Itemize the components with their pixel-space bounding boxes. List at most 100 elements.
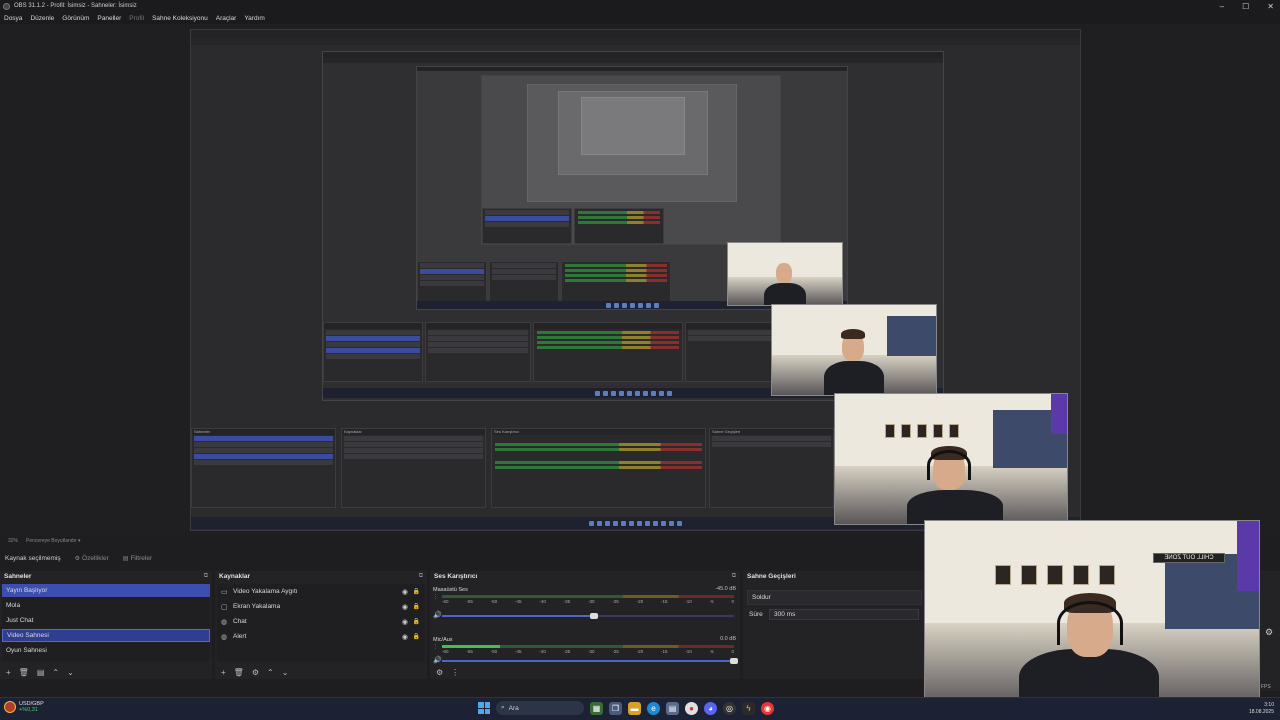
meter-level	[442, 645, 501, 648]
lock-icon[interactable]: 🔒	[413, 633, 420, 640]
lock-icon[interactable]: 🔒	[413, 618, 420, 625]
remove-source-icon[interactable]: 🗑	[234, 668, 244, 677]
maximize-button[interactable]: ☐	[1242, 2, 1249, 11]
duration-label: Süre	[749, 611, 763, 618]
volume-knob[interactable]	[589, 613, 598, 619]
clock-time: 3:10	[1264, 702, 1274, 708]
visibility-eye-icon[interactable]: ◉	[402, 588, 408, 596]
move-up-icon[interactable]: ⌃	[267, 668, 274, 677]
mixer-footer: ⚙ ⋮	[430, 665, 740, 679]
close-button[interactable]: ✕	[1267, 2, 1274, 11]
window-controls: – ☐ ✕	[1220, 0, 1274, 12]
preview-zoom-row: 32% Pencereye Boyutlandır ▾	[0, 536, 924, 546]
scene-item[interactable]: Video Sahnesi	[2, 629, 210, 642]
store-icon[interactable]: ▤	[666, 701, 679, 715]
zoom-level[interactable]: 32%	[8, 538, 18, 544]
clock-date: 18.08.2025	[1248, 709, 1274, 715]
menu-scene-collection[interactable]: Sahne Koleksiyonu	[152, 15, 208, 22]
source-item[interactable]: ▭ Video Yakalama Aygıtı ◉ 🔒	[217, 584, 425, 599]
discord-icon[interactable]: ◕	[704, 701, 717, 715]
meter-dots-icon: ⋮	[433, 644, 438, 650]
menu-docks[interactable]: Paneller	[97, 15, 121, 22]
visibility-eye-icon[interactable]: ◉	[402, 633, 408, 641]
move-up-icon[interactable]: ⌃	[52, 668, 59, 677]
duration-input[interactable]: 300 ms	[769, 609, 919, 620]
undock-icon[interactable]: ⧉	[204, 573, 208, 580]
menu-view[interactable]: Görünüm	[62, 15, 89, 22]
scene-item[interactable]: Oyun Sahnesi	[2, 644, 210, 657]
preview-canvas[interactable]: Sahneler Kaynaklar Ses Karıştırıcı Sahne…	[190, 29, 1081, 531]
scale-mode-dropdown[interactable]: Pencereye Boyutlandır ▾	[26, 538, 81, 544]
move-down-icon[interactable]: ⌄	[67, 668, 74, 677]
undock-icon[interactable]: ⧉	[419, 573, 423, 580]
scene-item[interactable]: Yayın Başlıyor	[2, 584, 210, 597]
transition-select[interactable]: Soldur	[747, 590, 922, 605]
windows-start-icon[interactable]	[478, 702, 490, 714]
menu-file[interactable]: Dosya	[4, 15, 22, 22]
track-name: Masaüstü Ses	[433, 587, 468, 593]
scene-item[interactable]: Just Chat	[2, 614, 210, 627]
volume-slider[interactable]	[442, 613, 734, 619]
add-scene-icon[interactable]: +	[6, 668, 11, 677]
scenes-list: Yayın Başlıyor Mola Just Chat Video Sahn…	[2, 584, 210, 661]
task-view-icon[interactable]: ❐	[609, 701, 622, 715]
filters-button[interactable]: ▤ Filtreler	[123, 555, 152, 562]
add-source-icon[interactable]: +	[221, 668, 226, 677]
record-app-icon[interactable]: ◉	[761, 701, 774, 715]
scene-item[interactable]: Mola	[2, 599, 210, 612]
right-controls-strip: ⚙ FPS	[1260, 571, 1280, 691]
windows-taskbar: USD/GBP +%0,31 ⌕ Ara ▦ ❐ ▬ e ▤ ● ◕ ◎ ϟ ◉…	[0, 697, 1280, 720]
title-bar: OBS 31.1.2 - Profil: İsimsiz - Sahneler:…	[0, 0, 1280, 12]
move-down-icon[interactable]: ⌄	[282, 668, 289, 677]
meter-dots-icon: ⋮	[433, 594, 438, 600]
volume-knob[interactable]	[730, 658, 738, 664]
edge-browser-icon[interactable]: e	[647, 701, 660, 715]
meter-ticks: -60 -55 -50 -45 -40 -35 -30 -25 -20 -15 -10 -5 0	[442, 599, 734, 604]
track-name: Mic/Aux	[433, 637, 453, 643]
source-properties-icon[interactable]: ⚙	[252, 668, 259, 677]
app-icon[interactable]: ϟ	[742, 701, 755, 715]
visibility-eye-icon[interactable]: ◉	[402, 603, 408, 611]
system-tray-clock[interactable]: 3:10 18.08.2025	[1249, 702, 1274, 716]
widget-app-icon[interactable]: ▦	[590, 701, 603, 715]
obs-app-icon[interactable]: ◎	[723, 701, 736, 715]
chrome-icon[interactable]: ●	[685, 701, 698, 715]
menu-help[interactable]: Yardım	[244, 15, 264, 22]
scene-transitions-dock: Sahne Geçişleri Soldur Süre 300 ms	[743, 571, 924, 679]
source-toolbar: Kaynak seçilmemiş ⚙ Özellikler ▤ Filtreler	[0, 549, 924, 567]
source-item[interactable]: ▢ Ekran Yakalama ◉ 🔒	[217, 599, 425, 614]
mixer-menu-icon[interactable]: ⋮	[451, 668, 459, 677]
speaker-icon[interactable]: 🔊	[433, 611, 442, 619]
source-item[interactable]: ◍ Chat ◉ 🔒	[217, 614, 425, 629]
menu-edit[interactable]: Düzenle	[30, 15, 54, 22]
settings-gear-icon[interactable]: ⚙	[1265, 627, 1273, 638]
visibility-eye-icon[interactable]: ◉	[402, 618, 408, 626]
advanced-audio-icon[interactable]: ⚙	[436, 668, 443, 677]
search-icon: ⌕	[501, 704, 505, 711]
source-item[interactable]: ◍ Alert ◉ 🔒	[217, 629, 425, 644]
obs-logo-icon	[3, 2, 10, 10]
taskbar-search[interactable]: ⌕ Ara	[496, 701, 584, 715]
remove-scene-icon[interactable]: 🗑	[19, 668, 29, 677]
sources-dock: Kaynaklar ⧉ ▭ Video Yakalama Aygıtı ◉ 🔒 ▢ Ek…	[215, 571, 427, 679]
track-db: -45.0 dB	[715, 586, 736, 592]
menu-profile[interactable]: Profil	[129, 15, 144, 22]
volume-fill	[442, 660, 734, 662]
properties-button[interactable]: ⚙ Özellikler	[75, 555, 109, 562]
nested-obs-window-4	[481, 75, 781, 245]
menu-tools[interactable]: Araçlar	[216, 15, 237, 22]
fps-label: FPS	[1261, 684, 1271, 690]
speaker-icon[interactable]: 🔊	[433, 656, 442, 664]
lock-icon[interactable]: 🔒	[413, 603, 420, 610]
minimize-button[interactable]: –	[1220, 2, 1224, 11]
scene-filters-icon[interactable]: ▤	[37, 668, 45, 677]
file-explorer-icon[interactable]: ▬	[628, 701, 641, 715]
camera-icon: ▭	[221, 588, 228, 596]
track-db: 0.0 dB	[720, 636, 736, 642]
volume-slider[interactable]	[442, 658, 738, 664]
lock-icon[interactable]: 🔒	[413, 588, 420, 595]
undock-icon[interactable]: ⧉	[732, 573, 736, 580]
currency-widget[interactable]: USD/GBP +%0,31	[4, 701, 44, 713]
transitions-title: Sahne Geçişleri	[747, 573, 796, 580]
audio-mixer-dock: Ses Karıştırıcı ⧉ Masaüstü Ses -45.0 dB ⋮…	[430, 571, 740, 679]
